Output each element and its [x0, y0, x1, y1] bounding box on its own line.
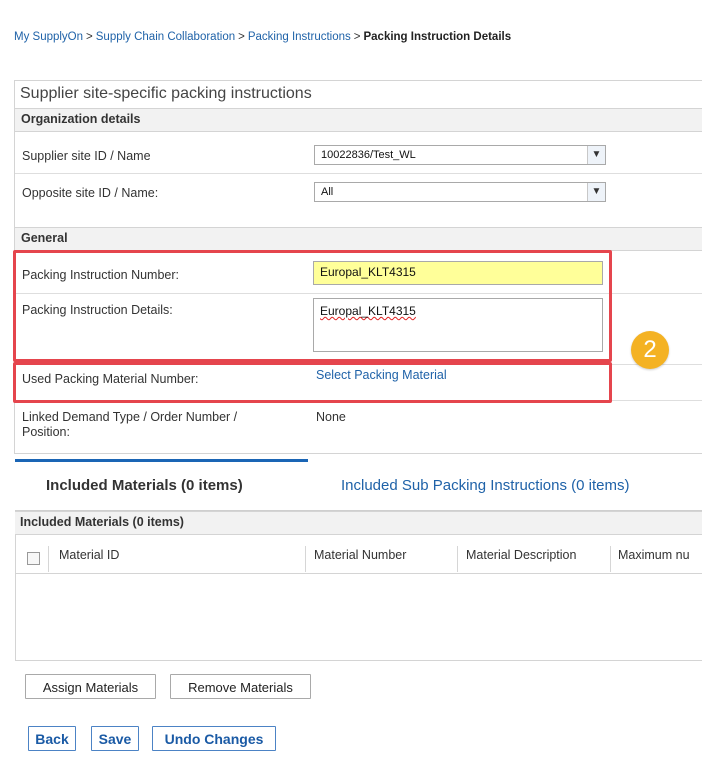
opposite-site-label: Opposite site ID / Name: — [22, 186, 159, 200]
column-divider — [457, 546, 458, 572]
select-all-checkbox[interactable] — [27, 552, 40, 565]
save-button[interactable]: Save — [91, 726, 139, 751]
back-button[interactable]: Back — [28, 726, 76, 751]
assign-materials-button[interactable]: Assign Materials — [25, 674, 156, 699]
supplier-site-select[interactable]: 10022836/Test_WL ▼ — [314, 145, 606, 165]
row-divider — [15, 173, 702, 174]
breadcrumb-link-supply-chain-collaboration[interactable]: Supply Chain Collaboration — [96, 31, 235, 43]
breadcrumb-separator: > — [238, 31, 245, 43]
supplier-site-label: Supplier site ID / Name — [22, 149, 151, 163]
undo-changes-button[interactable]: Undo Changes — [152, 726, 276, 751]
linked-demand-value: None — [316, 410, 346, 424]
column-header-material-description[interactable]: Material Description — [466, 548, 576, 562]
supplier-site-value: 10022836/Test_WL — [321, 149, 416, 161]
highlight-box-packing-instruction — [13, 250, 612, 362]
materials-table-heading: Included Materials (0 items) — [20, 515, 184, 529]
breadcrumb-link-packing-instructions[interactable]: Packing Instructions — [248, 31, 351, 43]
tab-included-sub-label: Included Sub Packing Instructions (0 ite… — [341, 477, 630, 494]
column-header-maximum-number[interactable]: Maximum nu — [618, 548, 690, 562]
column-header-material-id[interactable]: Material ID — [59, 548, 119, 562]
remove-materials-button[interactable]: Remove Materials — [170, 674, 311, 699]
organization-details-header: Organization details — [15, 108, 702, 132]
linked-demand-label-line2: Position: — [22, 425, 70, 439]
tab-included-materials[interactable]: Included Materials (0 items) — [15, 459, 308, 508]
step-badge: 2 — [631, 331, 669, 369]
general-heading: General — [21, 231, 68, 245]
breadcrumb-current: Packing Instruction Details — [363, 31, 512, 43]
chevron-down-icon[interactable]: ▼ — [587, 146, 605, 164]
opposite-site-value: All — [321, 186, 334, 198]
column-divider — [610, 546, 611, 572]
column-divider — [48, 546, 49, 572]
linked-demand-label-line1: Linked Demand Type / Order Number / — [22, 410, 238, 424]
column-divider — [305, 546, 306, 572]
general-header: General — [15, 227, 702, 251]
materials-table-header: Included Materials (0 items) — [15, 511, 702, 535]
chevron-down-icon[interactable]: ▼ — [587, 183, 605, 201]
tab-included-materials-label: Included Materials (0 items) — [46, 477, 243, 494]
column-header-material-number[interactable]: Material Number — [314, 548, 406, 562]
linked-demand-label: Linked Demand Type / Order Number / Posi… — [22, 410, 237, 440]
breadcrumb-separator: > — [353, 31, 361, 43]
breadcrumb-link-my-supplyon[interactable]: My SupplyOn — [14, 31, 83, 43]
organization-details-heading: Organization details — [21, 112, 141, 126]
breadcrumb: My SupplyOn > Supply Chain Collaboration > P… — [14, 31, 511, 43]
opposite-site-select[interactable]: All ▼ — [314, 182, 606, 202]
highlight-box-used-material — [13, 362, 612, 403]
page-title: Supplier site-specific packing instructi… — [20, 85, 312, 102]
breadcrumb-separator: > — [86, 31, 93, 43]
tab-included-sub-packing-instructions[interactable]: Included Sub Packing Instructions (0 ite… — [308, 459, 702, 505]
